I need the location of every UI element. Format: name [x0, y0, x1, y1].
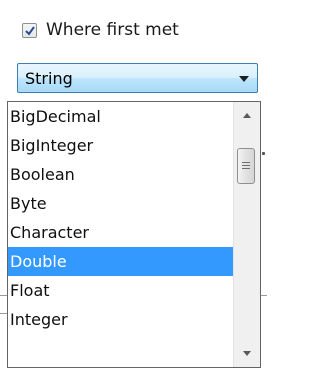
vertical-scrollbar[interactable]: [233, 102, 260, 367]
type-dropdown-list[interactable]: BigDecimal BigInteger Boolean Byte Chara…: [7, 101, 261, 368]
chevron-down-icon[interactable]: [239, 76, 249, 82]
background-dot: [262, 152, 265, 155]
option-character[interactable]: Character: [8, 218, 234, 247]
scroll-thumb[interactable]: [237, 148, 255, 184]
grip-icon: [242, 168, 250, 169]
where-first-met-option[interactable]: Where first met: [22, 18, 179, 42]
option-integer[interactable]: Integer: [8, 305, 234, 334]
type-combobox[interactable]: String: [17, 63, 258, 93]
option-boolean[interactable]: Boolean: [8, 160, 234, 189]
scroll-down-button[interactable]: [234, 341, 260, 365]
background-separator-right: [261, 295, 267, 296]
scroll-down-arrow-icon: [243, 351, 251, 356]
scroll-up-button[interactable]: [234, 104, 260, 128]
background-separator-left: [0, 295, 7, 296]
option-biginteger[interactable]: BigInteger: [8, 131, 234, 160]
combobox-value: String: [25, 69, 73, 88]
where-first-met-label: Where first met: [46, 20, 179, 40]
grip-icon: [242, 165, 250, 166]
option-double[interactable]: Double: [8, 247, 234, 276]
background-separator-left-lower: [0, 313, 7, 314]
grip-icon: [242, 162, 250, 163]
option-bigdecimal[interactable]: BigDecimal: [8, 102, 234, 131]
scroll-up-arrow-icon: [243, 113, 251, 118]
where-first-met-checkbox[interactable]: [22, 22, 37, 38]
option-float[interactable]: Float: [8, 276, 234, 305]
option-byte[interactable]: Byte: [8, 189, 234, 218]
checkmark-icon: [25, 25, 35, 36]
dropdown-options: BigDecimal BigInteger Boolean Byte Chara…: [8, 102, 234, 334]
